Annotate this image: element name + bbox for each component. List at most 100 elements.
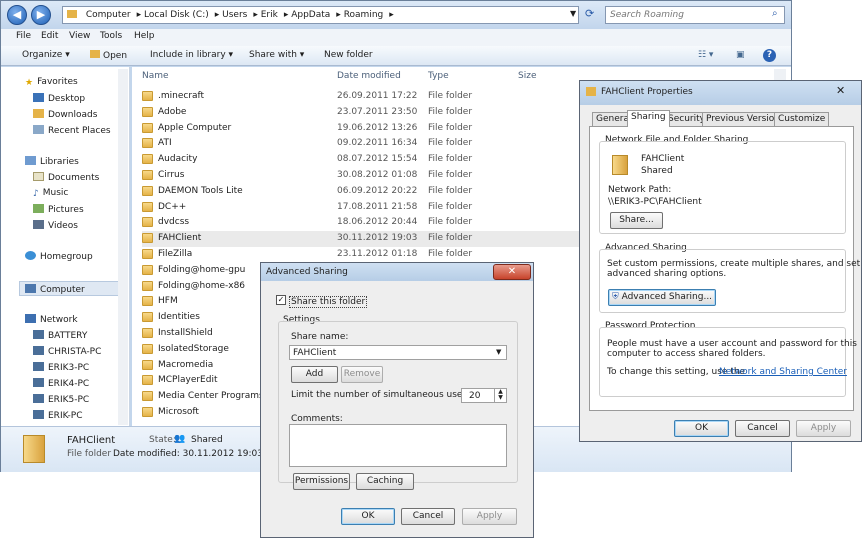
network-sharing-center-link[interactable]: Network and Sharing Center (719, 367, 847, 377)
organize-button[interactable]: Organize ▾ (22, 50, 70, 60)
apply-button[interactable]: Apply (796, 420, 851, 437)
help-icon[interactable]: ? (763, 49, 776, 62)
cancel-button[interactable]: Cancel (735, 420, 790, 437)
caching-button[interactable]: Caching (356, 473, 414, 490)
back-button[interactable]: ◀ (7, 5, 27, 25)
apply-button[interactable]: Apply (462, 508, 517, 525)
breadcrumb-item[interactable]: Users (222, 10, 247, 20)
folder-icon (67, 10, 77, 18)
menu-help[interactable]: Help (134, 31, 155, 41)
folder-state: Shared (641, 166, 673, 176)
breadcrumb-item[interactable]: Erik (261, 10, 278, 20)
nav-videos[interactable]: Videos (33, 220, 78, 231)
libraries-icon (25, 156, 36, 165)
share-folder-checkbox[interactable]: ✓ (276, 295, 286, 305)
comments-field[interactable] (289, 424, 507, 467)
file-row[interactable]: FAHClient 30.11.2012 19:03 File folder (142, 231, 602, 248)
address-dropdown-icon[interactable]: ▼ (570, 9, 576, 18)
breadcrumb-item[interactable]: AppData (291, 10, 330, 20)
advanced-sharing-title: Advanced Sharing (266, 267, 348, 277)
menu-file[interactable]: File (16, 31, 31, 41)
spin-arrows-icon[interactable]: ▲ ▼ (494, 389, 506, 402)
nav-network[interactable]: Network (25, 314, 78, 325)
include-in-library-button[interactable]: Include in library ▾ (150, 50, 233, 60)
share-folder-label[interactable]: Share this folder (289, 296, 368, 308)
address-bar[interactable]: Computer ▸ Local Disk (C:) ▸ Users ▸ Erik ▸ … (62, 6, 579, 24)
view-options-icon[interactable]: ☷ ▾ (698, 50, 713, 60)
breadcrumb-item[interactable]: Roaming (344, 10, 384, 20)
documents-icon (33, 172, 44, 181)
shared-folder-icon (612, 155, 628, 175)
ok-button[interactable]: OK (674, 420, 729, 437)
preview-pane-icon[interactable]: ▣ (736, 50, 745, 60)
folder-icon (142, 138, 153, 149)
nav-documents[interactable]: Documents (33, 172, 99, 183)
nav-recent-places[interactable]: Recent Places (33, 125, 111, 136)
file-row[interactable]: Cirrus 30.08.2012 01:08 File folder (142, 168, 602, 184)
advanced-sharing-button[interactable]: ⛨ Advanced Sharing... (608, 289, 716, 306)
file-row[interactable]: Apple Computer 19.06.2012 13:26 File folde… (142, 121, 602, 137)
music-icon: ♪ (33, 189, 39, 199)
tab-customize[interactable]: Customize (774, 112, 830, 126)
menu-tools[interactable]: Tools (100, 31, 122, 41)
recent-places-icon (33, 125, 44, 134)
nav-pc-item[interactable]: ERIK4-PC (33, 378, 89, 389)
file-name: Macromedia (158, 359, 214, 370)
add-button[interactable]: Add (291, 366, 338, 383)
nav-homegroup[interactable]: Homegroup (25, 251, 93, 262)
nav-downloads[interactable]: Downloads (33, 109, 97, 120)
file-name: FAHClient (158, 233, 202, 244)
file-type: File folder (428, 217, 473, 228)
nav-pc-item[interactable]: ERIK5-PC (33, 394, 89, 405)
nav-pc-item[interactable]: ERIK3-PC (33, 362, 89, 373)
nav-music[interactable]: ♪ Music (33, 188, 68, 199)
user-limit-stepper[interactable]: 20 ▲ ▼ (461, 388, 507, 403)
folder-icon (142, 201, 153, 212)
file-row[interactable]: DAEMON Tools Lite 06.09.2012 20:22 File fo… (142, 184, 602, 200)
close-icon[interactable]: ✕ (836, 84, 845, 97)
file-date: 06.09.2012 20:22 (337, 185, 418, 196)
ok-button[interactable]: OK (341, 508, 395, 525)
file-name: HFM (158, 296, 178, 307)
file-date: 17.08.2011 21:58 (337, 201, 418, 212)
file-row[interactable]: FileZilla 23.11.2012 01:18 File folder (142, 247, 602, 263)
nav-computer[interactable]: Computer (19, 281, 125, 296)
pc-icon (33, 394, 44, 403)
breadcrumb-item[interactable]: Local Disk (C:) (144, 10, 209, 20)
refresh-icon[interactable]: ⟳ (585, 7, 594, 20)
open-button[interactable]: Open (90, 50, 127, 61)
share-with-button[interactable]: Share with ▾ (249, 50, 304, 60)
nav-desktop[interactable]: Desktop (33, 93, 85, 104)
remove-button[interactable]: Remove (341, 366, 383, 383)
cancel-button[interactable]: Cancel (401, 508, 455, 525)
close-button[interactable]: ✕ (493, 264, 531, 280)
file-row[interactable]: Audacity 08.07.2012 15:54 File folder (142, 152, 602, 168)
menu-view[interactable]: View (69, 31, 90, 41)
file-row[interactable]: dvdcss 18.06.2012 20:44 File folder (142, 215, 602, 231)
forward-button[interactable]: ▶ (31, 5, 51, 25)
tab-sharing[interactable]: Sharing (627, 110, 670, 127)
nav-scrollbar[interactable] (118, 69, 128, 425)
nav-pictures[interactable]: Pictures (33, 204, 84, 215)
share-button[interactable]: Share... (610, 212, 663, 229)
nav-pc-item[interactable]: CHRISTA-PC (33, 346, 101, 357)
breadcrumb-item[interactable]: Computer (86, 10, 131, 20)
menu-edit[interactable]: Edit (41, 31, 58, 41)
nav-pc-item[interactable]: ERIK-PC (33, 410, 83, 421)
nav-libraries[interactable]: Libraries (25, 156, 79, 167)
share-name-select[interactable]: FAHClient ▼ (289, 345, 507, 360)
new-folder-button[interactable]: New folder (324, 50, 373, 60)
nav-favorites[interactable]: ★ Favorites (25, 77, 78, 88)
file-row[interactable]: ATI 09.02.2011 16:34 File folder (142, 136, 602, 152)
folder-icon (586, 87, 596, 96)
file-row[interactable]: .minecraft 26.09.2011 17:22 File folder (142, 89, 602, 105)
file-row[interactable]: Adobe 23.07.2011 23:50 File folder (142, 105, 602, 121)
menu-bar: File Edit View Tools Help (1, 29, 791, 46)
file-row[interactable]: DC++ 17.08.2011 21:58 File folder (142, 200, 602, 216)
search-icon[interactable]: ⌕ (772, 8, 778, 19)
network-icon (25, 314, 36, 323)
permissions-button[interactable]: Permissions (293, 473, 350, 490)
shield-icon: ⛨ (611, 292, 619, 302)
nav-pc-item[interactable]: BATTERY (33, 330, 87, 341)
search-input[interactable]: Search Roaming (605, 6, 785, 24)
